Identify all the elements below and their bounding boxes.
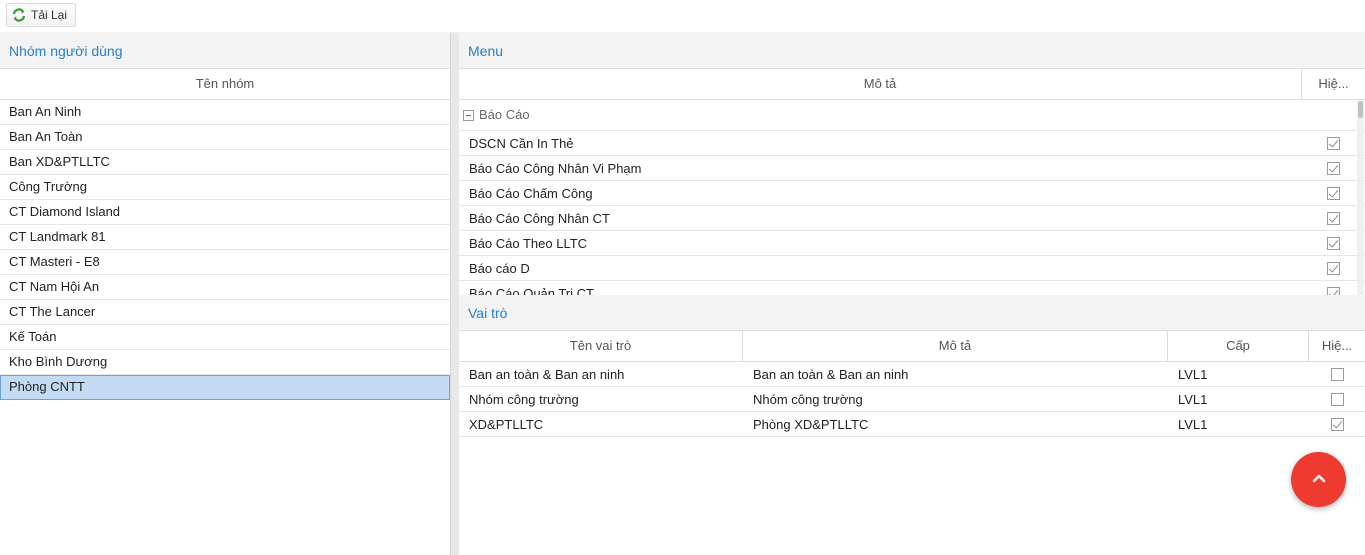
group-row[interactable]: CT The Lancer xyxy=(0,300,450,325)
role-row[interactable]: Nhóm công trường Nhóm công trường LVL1 xyxy=(459,387,1365,412)
panel-splitter[interactable] xyxy=(451,33,459,555)
menu-grid-header: Mô tả Hiệ... xyxy=(459,69,1365,100)
role-level-cell: LVL1 xyxy=(1178,416,1208,432)
menu-row[interactable]: DSCN Cần In Thẻ xyxy=(459,131,1365,156)
menu-visible-column-header[interactable]: Hiệ... xyxy=(1302,69,1365,99)
menu-row-label: Báo cáo D xyxy=(469,260,530,276)
role-name-cell: Nhóm công trường xyxy=(469,391,579,407)
visible-checkbox[interactable] xyxy=(1327,211,1340,225)
visible-checkbox[interactable] xyxy=(1327,286,1340,295)
menu-row-label: Báo Cáo Công Nhân CT xyxy=(469,210,610,226)
menu-row-label: Báo Cáo Theo LLTC xyxy=(469,235,588,251)
menu-row-visible-cell xyxy=(1302,161,1365,175)
menu-description-column-header[interactable]: Mô tả xyxy=(459,69,1302,99)
menu-scrollbar-thumb[interactable] xyxy=(1358,101,1363,118)
role-description-cell: Ban an toàn & Ban an ninh xyxy=(753,366,909,382)
menu-row[interactable]: Báo Cáo Theo LLTC xyxy=(459,231,1365,256)
role-level-cell: LVL1 xyxy=(1178,391,1208,407)
role-name-cell: Ban an toàn & Ban an ninh xyxy=(469,366,625,382)
user-groups-panel: Nhóm người dùng Tên nhóm Ban An Ninh Ban … xyxy=(0,33,451,555)
role-description-cell: Phòng XD&PTLLTC xyxy=(753,416,869,432)
menu-row-visible-cell xyxy=(1302,236,1365,250)
role-visible-cell xyxy=(1309,392,1365,406)
visible-checkbox[interactable] xyxy=(1327,161,1340,175)
roles-grid-header: Tên vai trò Mô tả Cấp Hiệ... xyxy=(459,331,1365,362)
roles-title: Vai trò xyxy=(459,295,1365,331)
role-description-cell: Nhóm công trường xyxy=(753,391,863,407)
visible-checkbox[interactable] xyxy=(1330,392,1344,406)
menu-grid-body: Báo Cáo DSCN Cần In Thẻ Báo Cáo Công Nhân… xyxy=(459,100,1365,295)
role-row[interactable]: XD&PTLLTC Phòng XD&PTLLTC LVL1 xyxy=(459,412,1365,437)
role-visible-column-header[interactable]: Hiệ... xyxy=(1309,331,1365,361)
group-row[interactable]: CT Landmark 81 xyxy=(0,225,450,250)
scroll-top-button[interactable] xyxy=(1291,452,1346,507)
roles-grid-body: Ban an toàn & Ban an ninh Ban an toàn & B… xyxy=(459,362,1365,437)
visible-checkbox[interactable] xyxy=(1327,186,1340,200)
menu-row-visible-cell xyxy=(1302,261,1365,275)
group-list: Ban An Ninh Ban An Toàn Ban XD&PTLLTC Công … xyxy=(0,100,450,400)
reload-button[interactable]: Tải Lại xyxy=(6,3,77,27)
menu-row-visible-cell xyxy=(1302,286,1365,295)
user-groups-title: Nhóm người dùng xyxy=(0,33,450,69)
menu-group-label: Báo Cáo xyxy=(479,107,530,122)
chevron-up-icon xyxy=(1311,472,1327,487)
visible-checkbox[interactable] xyxy=(1327,261,1340,275)
menu-row[interactable]: Báo Cáo Chấm Công xyxy=(459,181,1365,206)
group-row[interactable]: Công Trường xyxy=(0,175,450,200)
role-visible-cell xyxy=(1309,367,1365,381)
visible-checkbox[interactable] xyxy=(1330,367,1344,381)
toolbar: Tải Lại xyxy=(0,0,1365,33)
menu-scrollbar[interactable] xyxy=(1357,100,1364,295)
group-row[interactable]: Ban XD&PTLLTC xyxy=(0,150,450,175)
group-name-column-header[interactable]: Tên nhóm xyxy=(0,69,450,100)
menu-group-row[interactable]: Báo Cáo xyxy=(459,100,1365,131)
menu-row-visible-cell xyxy=(1302,186,1365,200)
refresh-icon xyxy=(11,7,27,23)
visible-checkbox[interactable] xyxy=(1330,417,1344,431)
menu-row-label: Báo Cáo Quản Trị CT xyxy=(469,285,594,296)
role-level-column-header[interactable]: Cấp xyxy=(1168,331,1309,361)
collapse-icon[interactable] xyxy=(463,109,474,121)
role-description-column-header[interactable]: Mô tả xyxy=(743,331,1168,361)
group-row[interactable]: CT Diamond Island xyxy=(0,200,450,225)
group-row[interactable]: Ban An Toàn xyxy=(0,125,450,150)
group-row[interactable]: Ban An Ninh xyxy=(0,100,450,125)
menu-row-visible-cell xyxy=(1302,211,1365,225)
menu-row[interactable]: Báo Cáo Công Nhân CT xyxy=(459,206,1365,231)
menu-row[interactable]: Báo cáo D xyxy=(459,256,1365,281)
visible-checkbox[interactable] xyxy=(1327,136,1340,150)
role-name-column-header[interactable]: Tên vai trò xyxy=(459,331,743,361)
menu-row-label: Báo Cáo Chấm Công xyxy=(469,185,593,201)
role-row[interactable]: Ban an toàn & Ban an ninh Ban an toàn & B… xyxy=(459,362,1365,387)
menu-row-visible-cell xyxy=(1302,136,1365,150)
menu-row-label: DSCN Cần In Thẻ xyxy=(469,135,574,151)
menu-row[interactable]: Báo Cáo Quản Trị CT xyxy=(459,281,1365,295)
menu-title: Menu xyxy=(459,33,1365,69)
group-row[interactable]: Phòng CNTT xyxy=(0,375,450,400)
menu-panel: Menu Mô tả Hiệ... Báo Cáo DSCN Cần In Th… xyxy=(459,33,1365,295)
group-row[interactable]: Kế Toán xyxy=(0,325,450,350)
menu-row-label: Báo Cáo Công Nhân Vi Phạm xyxy=(469,160,642,176)
visible-checkbox[interactable] xyxy=(1327,236,1340,250)
roles-panel: Vai trò Tên vai trò Mô tả Cấp Hiệ... Ban… xyxy=(459,295,1365,555)
menu-row[interactable]: Báo Cáo Công Nhân Vi Phạm xyxy=(459,156,1365,181)
role-level-cell: LVL1 xyxy=(1178,366,1208,382)
group-row[interactable]: CT Nam Hội An xyxy=(0,275,450,300)
role-visible-cell xyxy=(1309,417,1365,431)
group-row[interactable]: CT Masteri - E8 xyxy=(0,250,450,275)
reload-label: Tải Lại xyxy=(31,8,68,22)
group-row[interactable]: Kho Bình Dương xyxy=(0,350,450,375)
role-name-cell: XD&PTLLTC xyxy=(469,416,544,432)
